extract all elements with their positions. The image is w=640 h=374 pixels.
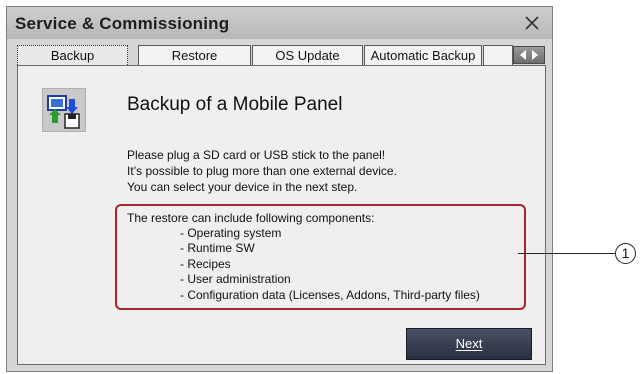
callout-leader-line — [518, 253, 616, 254]
tab-overflow[interactable] — [483, 45, 513, 65]
service-commissioning-window: Service & Commissioning Backup Restore O… — [6, 6, 553, 372]
components-header: The restore can include following compon… — [127, 211, 375, 225]
backup-panel: Backup of a Mobile Panel Please plug a S… — [17, 65, 546, 365]
tab-strip: Backup Restore OS Update Automatic Backu… — [17, 45, 546, 65]
list-item: - User administration — [180, 272, 291, 287]
title-bar: Service & Commissioning — [7, 7, 552, 39]
tab-scroll-buttons — [513, 46, 545, 64]
chevron-right-icon[interactable] — [532, 50, 538, 60]
window-title: Service & Commissioning — [15, 14, 230, 33]
tab-backup[interactable]: Backup — [17, 45, 128, 65]
instructions-text: Please plug a SD card or USB stick to th… — [127, 147, 397, 195]
instruction-line: It’s possible to plug more than one exte… — [127, 164, 397, 178]
tab-automatic-backup[interactable]: Automatic Backup — [364, 45, 482, 65]
list-item: - Configuration data (Licenses, Addons, … — [180, 287, 480, 302]
components-box: The restore can include following compon… — [115, 204, 526, 310]
list-item: - Operating system — [180, 226, 282, 240]
components-list: - Operating system - Runtime SW - Recipe… — [180, 226, 480, 303]
close-icon[interactable] — [520, 11, 544, 35]
instruction-line: Please plug a SD card or USB stick to th… — [127, 148, 386, 162]
next-button-label: Next — [455, 336, 483, 351]
tab-os-update[interactable]: OS Update — [252, 45, 363, 65]
list-item: - Runtime SW — [180, 241, 255, 256]
chevron-left-icon[interactable] — [520, 50, 526, 60]
tab-restore[interactable]: Restore — [138, 45, 251, 65]
page-title: Backup of a Mobile Panel — [127, 94, 343, 115]
next-button[interactable]: Next — [406, 328, 532, 360]
backup-device-icon — [42, 88, 86, 132]
callout-number: 1 — [615, 243, 636, 264]
list-item: - Recipes — [180, 256, 231, 271]
instruction-line: You can select your device in the next s… — [127, 180, 358, 194]
